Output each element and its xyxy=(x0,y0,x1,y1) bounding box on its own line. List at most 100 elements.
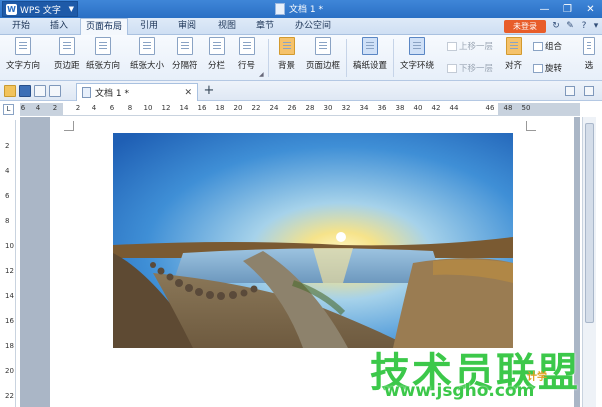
ruler-tick-label: 26 xyxy=(287,104,297,112)
vertical-scrollbar[interactable] xyxy=(582,117,596,407)
ruler-tick-label: 14 xyxy=(179,104,189,112)
ruler-tick-label: 40 xyxy=(413,104,423,112)
tab-review[interactable]: 审阅 xyxy=(172,18,202,35)
text-direction-button[interactable]: 文字方向 xyxy=(6,37,40,71)
manuscript-icon xyxy=(362,37,378,55)
margins-button[interactable]: 页边距 xyxy=(54,37,80,71)
align-button[interactable]: 对齐 xyxy=(505,37,522,71)
breaks-button[interactable]: 分隔符 xyxy=(172,37,198,71)
document-icon xyxy=(82,87,91,98)
background-icon xyxy=(278,37,295,55)
login-button[interactable]: 未登录 xyxy=(504,20,546,33)
wrap-text-icon xyxy=(409,37,425,55)
ruler-tick-label: 34 xyxy=(359,104,369,112)
bring-forward-button[interactable]: 上移一层 xyxy=(447,40,493,52)
group-icon xyxy=(533,41,543,51)
tab-references[interactable]: 引用 xyxy=(134,18,164,35)
caret-down-icon: ▼ xyxy=(68,5,74,13)
send-backward-button[interactable]: 下移一层 xyxy=(447,62,493,74)
ruler-tick-label: 24 xyxy=(269,104,279,112)
page-border-button[interactable]: 页面边框 xyxy=(306,37,340,71)
ruler-tick-label: 2 xyxy=(52,104,58,112)
tab-menu-icon[interactable] xyxy=(584,86,594,96)
ruler-tab-selector[interactable]: L xyxy=(3,104,14,115)
ruler-tick-label: 10 xyxy=(143,104,153,112)
help-icon[interactable]: ? xyxy=(578,20,590,33)
vertical-ruler[interactable]: 2 4 6 8 10 12 14 16 18 20 22 xyxy=(3,120,16,407)
ribbon-page-layout: 文字方向 页边距 纸张方向 纸张大小 分隔符 分栏 行号 ◢ 背景 页面边框 稿… xyxy=(0,35,602,81)
ruler-tick-label: 10 xyxy=(5,242,14,250)
window-title: 文档 1 * xyxy=(275,2,323,15)
ruler-tick-label: 18 xyxy=(5,342,14,350)
background-button[interactable]: 背景 xyxy=(278,37,295,71)
ruler-tick-label: 6 xyxy=(20,104,26,112)
tab-office-space[interactable]: 办公空间 xyxy=(288,18,338,35)
ruler-tick-label: 4 xyxy=(5,167,10,175)
rotate-button[interactable]: 旋转 xyxy=(533,62,562,74)
ruler-tick-label: 32 xyxy=(341,104,351,112)
page-setup-launcher-icon[interactable]: ◢ xyxy=(259,71,264,78)
ruler-tick-label: 16 xyxy=(5,317,14,325)
close-tab-icon[interactable]: ✕ xyxy=(184,88,192,98)
ruler-tick-label: 6 xyxy=(5,192,10,200)
ruler-tick-label: 20 xyxy=(5,367,14,375)
columns-button[interactable]: 分栏 xyxy=(208,37,225,71)
line-numbers-button[interactable]: 行号 xyxy=(238,37,255,71)
manuscript-settings-button[interactable]: 稿纸设置 xyxy=(353,37,387,71)
columns-icon xyxy=(208,37,225,55)
quick-access-bar: 文档 1 * ✕ + xyxy=(0,81,602,101)
tab-start[interactable]: 开始 xyxy=(6,18,36,35)
group-button[interactable]: 组合 xyxy=(533,40,562,52)
ruler-tick-label: 36 xyxy=(377,104,387,112)
app-menu-button[interactable]: W WPS 文字 ▼ xyxy=(2,1,78,17)
ruler-tick-label: 14 xyxy=(5,292,14,300)
ruler-tick-label: 12 xyxy=(5,267,14,275)
open-folder-icon[interactable] xyxy=(4,85,16,97)
title-bar: W WPS 文字 ▼ 文档 1 * — ❐ ✕ xyxy=(0,0,602,18)
orientation-button[interactable]: 纸张方向 xyxy=(86,37,120,71)
wps-logo-icon: W xyxy=(6,3,17,15)
new-tab-icon[interactable]: + xyxy=(202,83,216,99)
watermark-url: www.jsgho.com xyxy=(384,381,535,401)
window-controls: — ❐ ✕ xyxy=(533,0,602,18)
ruler-tick-label: 2 xyxy=(5,142,10,150)
document-tab[interactable]: 文档 1 * ✕ xyxy=(76,83,198,101)
ruler-tick-label: 8 xyxy=(5,217,10,225)
scrollbar-thumb[interactable] xyxy=(585,123,594,323)
refresh-icon[interactable]: ↻ xyxy=(550,20,562,33)
tab-page-layout[interactable]: 页面布局 xyxy=(80,18,128,35)
crop-mark xyxy=(64,121,74,131)
margins-icon xyxy=(58,37,75,55)
close-icon[interactable]: ✕ xyxy=(579,0,602,18)
tab-list-icon[interactable] xyxy=(565,86,575,96)
inserted-panorama-image[interactable] xyxy=(113,133,513,348)
beach-sunset-image xyxy=(113,133,513,348)
ruler-tick-label: 48 xyxy=(503,104,513,112)
save-icon[interactable] xyxy=(19,85,31,97)
restore-icon[interactable]: ❐ xyxy=(556,0,579,18)
print-icon[interactable] xyxy=(34,85,46,97)
ruler-tick-label: 4 xyxy=(91,104,97,112)
ruler-tick-label: 12 xyxy=(161,104,171,112)
tab-insert[interactable]: 插入 xyxy=(44,18,74,35)
line-numbers-icon xyxy=(238,37,255,55)
tab-chapter[interactable]: 章节 xyxy=(250,18,280,35)
paper-size-button[interactable]: 纸张大小 xyxy=(130,37,164,71)
app-name: WPS 文字 xyxy=(20,5,61,16)
select-button[interactable]: 选 xyxy=(583,37,595,71)
minimize-icon[interactable]: — xyxy=(533,0,556,18)
text-direction-icon xyxy=(15,37,31,55)
page-border-icon xyxy=(315,37,331,55)
skin-icon[interactable]: ✎ xyxy=(564,20,576,33)
ruler-tick-label: 22 xyxy=(251,104,261,112)
preview-icon[interactable] xyxy=(49,85,61,97)
document-icon xyxy=(275,2,285,15)
wrap-text-button[interactable]: 文字环绕 xyxy=(400,37,434,71)
ruler-tick-label: 20 xyxy=(233,104,243,112)
ruler-tick-label: 38 xyxy=(395,104,405,112)
ribbon-separator xyxy=(393,39,394,77)
ruler-tick-label: 6 xyxy=(109,104,115,112)
ribbon-options-icon[interactable]: ▾ xyxy=(590,20,602,33)
tab-view[interactable]: 视图 xyxy=(212,18,242,35)
horizontal-ruler[interactable]: 6 4 2 2 4 6 8 10 12 14 16 18 20 22 24 26 28 30 32 34 36 38 40 4… xyxy=(20,103,580,116)
